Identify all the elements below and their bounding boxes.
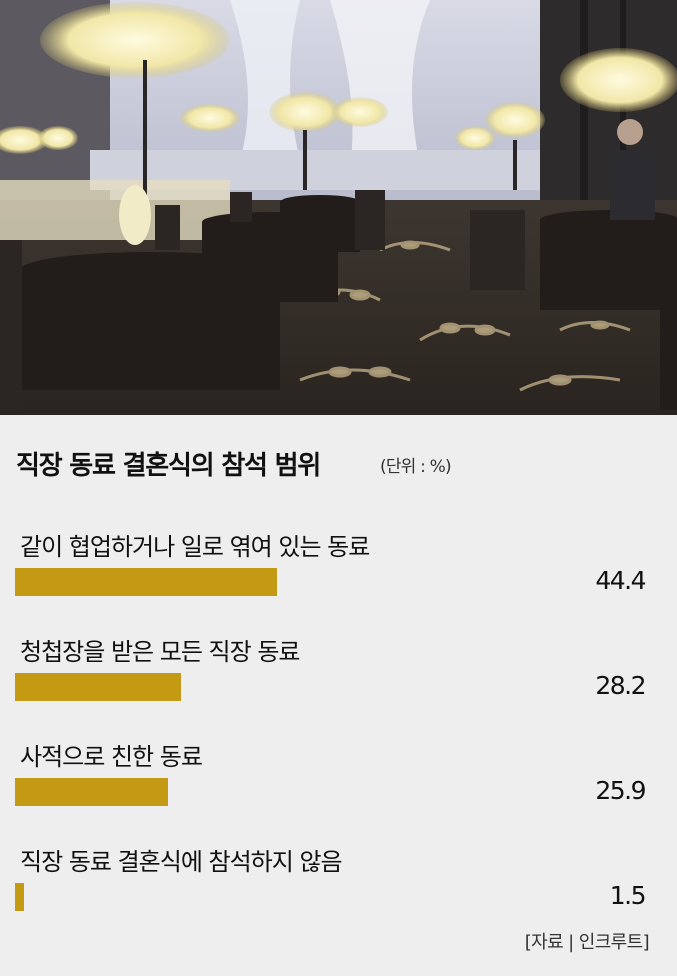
wedding-hall-illustration	[0, 0, 677, 415]
bar	[15, 568, 277, 596]
value-label: 1.5	[609, 881, 647, 910]
bar	[15, 778, 168, 806]
category-label: 청첩장을 받은 모든 직장 동료	[20, 638, 300, 666]
value-label: 28.2	[595, 671, 646, 700]
chart-title: 직장 동료 결혼식의 참석 범위	[16, 451, 321, 481]
chart-panel: 직장 동료 결혼식의 참석 범위 (단위 : %) 같이 협업하거나 일로 엮여…	[0, 415, 677, 976]
category-label: 직장 동료 결혼식에 참석하지 않음	[20, 848, 343, 876]
unit-note: (단위 : %)	[380, 457, 452, 477]
bar	[15, 673, 182, 701]
category-label: 사적으로 친한 동료	[20, 743, 203, 771]
value-label: 25.9	[595, 776, 646, 805]
category-label: 같이 협업하거나 일로 엮여 있는 동료	[20, 533, 370, 561]
value-label: 44.4	[595, 566, 646, 595]
source-note: [자료 | 인크루트]	[524, 932, 650, 953]
wedding-hall-photo	[0, 0, 677, 415]
bar	[15, 883, 24, 911]
